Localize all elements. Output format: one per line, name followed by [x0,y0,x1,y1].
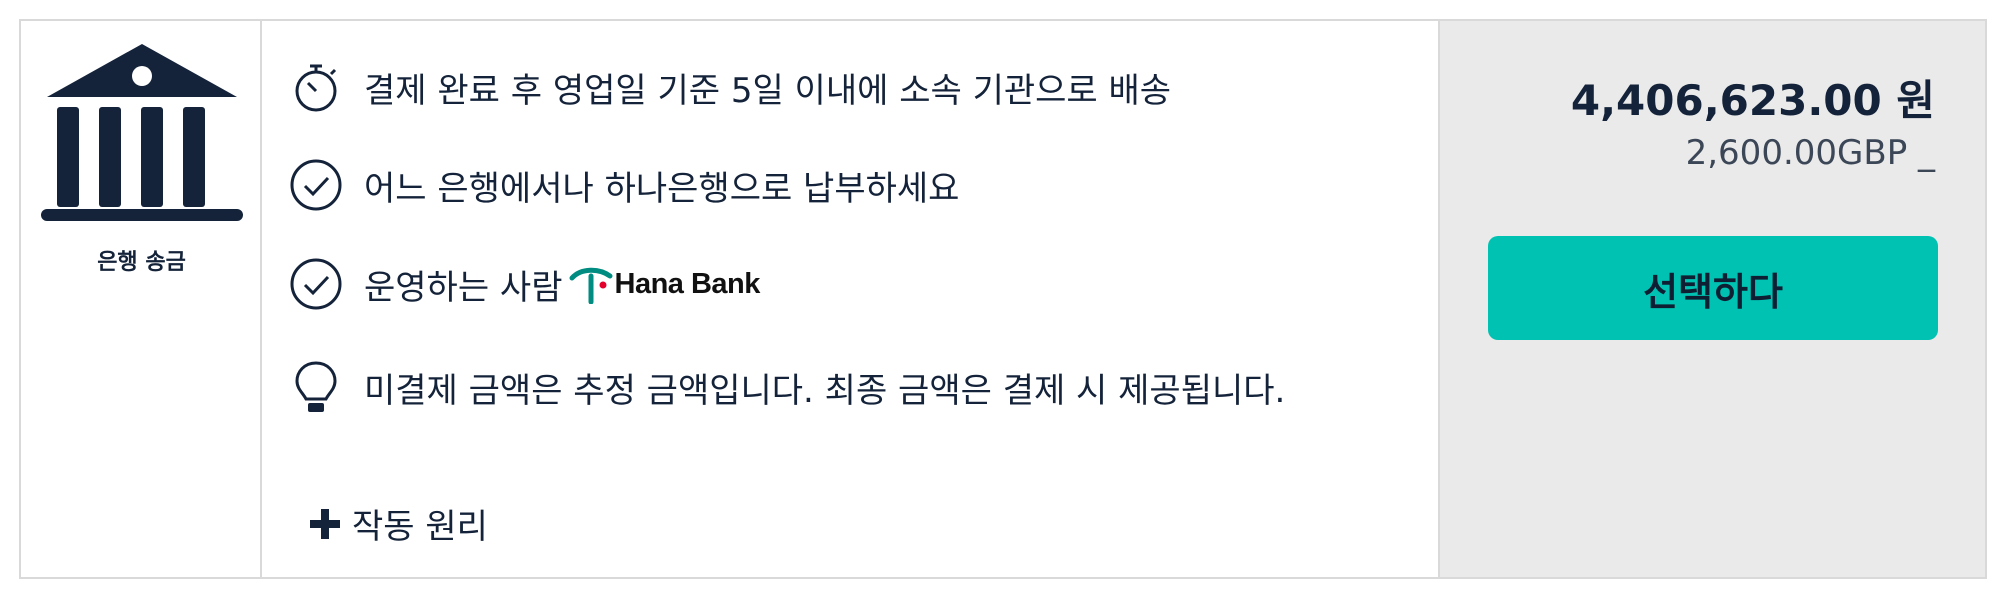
check-circle-icon [288,256,344,312]
stopwatch-icon [288,59,344,115]
select-button[interactable]: 선택하다 [1488,236,1938,340]
payment-method-column: 은행 송금 [21,21,262,577]
delivery-time-text: 결제 완료 후 영업일 기준 5일 이내에 소속 기관으로 배송 [364,70,1172,111]
payment-method-label: 은행 송금 [97,250,186,275]
hana-bank-logo: Hana Bank [569,264,760,304]
payment-option-card: 은행 송금 결제 완료 후 영업일 기준 5일 이내에 소속 기관으로 배송 어… [19,19,1987,579]
how-it-works-link[interactable]: 작동 원리 [308,499,488,548]
operator-text: 운영하는 사람 [364,267,563,308]
delivery-time-row: 결제 완료 후 영업일 기준 5일 이내에 소속 기관으로 배송 [288,57,1171,117]
any-bank-text: 어느 은행에서나 하나은행으로 납부하세요 [364,168,960,209]
estimate-note-row: 미결제 금액은 추정 금액입니다. 최종 금액은 결제 시 제공됩니다. [288,357,1285,417]
bank-building-icon [37,41,247,251]
estimate-note-text: 미결제 금액은 추정 금액입니다. 최종 금액은 결제 시 제공됩니다. [364,370,1286,411]
price-panel: 4,406,623.00 원 2,600.00GBP _ 선택하다 [1438,21,1985,577]
payment-info-column: 결제 완료 후 영업일 기준 5일 이내에 소속 기관으로 배송 어느 은행에서… [262,21,1457,577]
converted-amount: 4,406,623.00 원 [1570,76,1935,125]
original-amount: 2,600.00GBP _ [1685,133,1935,173]
operator-row: 운영하는 사람 Hana Bank [288,254,760,314]
check-circle-icon [288,157,344,213]
lightbulb-icon [288,359,344,415]
any-bank-row: 어느 은행에서나 하나은행으로 납부하세요 [288,155,959,215]
how-it-works-label: 작동 원리 [352,507,488,547]
plus-icon [310,508,340,539]
hana-bank-symbol-icon [569,267,612,304]
